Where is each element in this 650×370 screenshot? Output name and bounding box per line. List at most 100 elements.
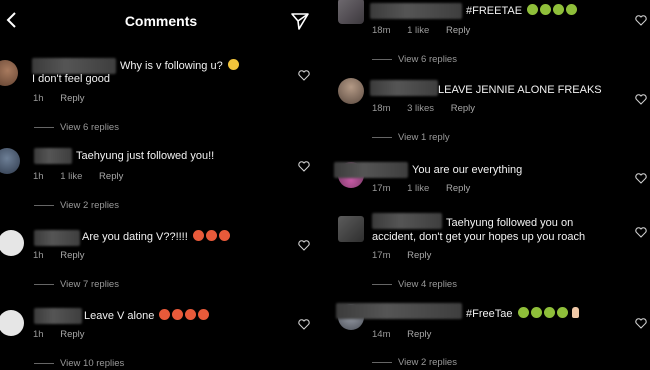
comment-meta: 1h Reply <box>33 93 99 104</box>
comment-time: 17m <box>372 183 391 194</box>
view-replies-button[interactable]: View 6 replies <box>372 54 457 65</box>
comment-text: Leave V alone <box>84 309 284 324</box>
comments-header: Comments <box>0 0 322 42</box>
heart-outline-icon[interactable] <box>298 70 310 81</box>
avatar[interactable] <box>0 230 24 256</box>
page-title: Comments <box>124 13 198 29</box>
blurred-username <box>370 80 438 96</box>
sick-face-emoji-icon <box>543 307 555 318</box>
avatar[interactable] <box>0 148 20 174</box>
comment-time: 18m <box>372 103 391 114</box>
blurred-username <box>34 308 82 324</box>
avatar[interactable] <box>0 310 24 336</box>
sick-face-emoji-icon <box>566 4 578 15</box>
comment-meta: 17m Reply <box>372 250 445 261</box>
paper-plane-icon[interactable] <box>290 11 310 31</box>
like-count[interactable]: 1 like <box>407 183 429 194</box>
reply-button[interactable]: Reply <box>407 329 431 340</box>
comment-item: Leave V alone 1h Reply View 10 replies <box>0 304 322 370</box>
heart-outline-icon[interactable] <box>635 227 647 238</box>
heart-outline-icon[interactable] <box>298 240 310 251</box>
comment-text-continued: I don't feel good <box>32 73 110 85</box>
comment-item: #FreeTae 14m Reply View 2 replies <box>328 300 650 370</box>
angry-face-emoji-icon <box>185 309 197 320</box>
comment-time: 14m <box>372 329 391 340</box>
comment-time: 1h <box>33 250 44 261</box>
reply-button[interactable]: Reply <box>407 250 431 261</box>
heart-outline-icon[interactable] <box>635 94 647 105</box>
avatar[interactable] <box>338 216 364 242</box>
comment-item: Taehyung just followed you!! 1h 1 like R… <box>0 144 322 220</box>
right-comments-panel: #FREETAE 18m 1 like Reply View 6 replies… <box>328 0 650 370</box>
left-comments-panel: Comments Why is v following u? I don't f… <box>0 0 322 370</box>
comment-item: Are you dating V??!!!! 1h Reply View 7 r… <box>0 224 322 300</box>
comment-item: Taehyung followed you on accident, don't… <box>328 210 650 296</box>
comment-time: 1h <box>33 93 44 104</box>
comment-text: #FreeTae <box>466 307 636 322</box>
divider-line <box>34 283 54 285</box>
sick-face-emoji-icon <box>517 307 529 318</box>
heart-outline-icon[interactable] <box>635 318 647 329</box>
angry-face-emoji-icon <box>218 230 230 241</box>
heart-outline-icon[interactable] <box>635 15 647 26</box>
divider-line <box>372 361 392 363</box>
comment-item: LEAVE JENNIE ALONE FREAKS 18m 3 likes Re… <box>328 76 650 156</box>
view-replies-button[interactable]: View 4 replies <box>372 279 457 290</box>
reply-button[interactable]: Reply <box>446 25 470 36</box>
comment-text: Taehyung just followed you!! <box>76 150 215 162</box>
view-replies-button[interactable]: View 1 reply <box>372 132 450 143</box>
blurred-username <box>372 213 442 229</box>
comment-meta: 1h 1 like Reply <box>33 171 137 182</box>
reply-button[interactable]: Reply <box>60 250 84 261</box>
comment-text: Taehyung followed you on <box>446 217 574 229</box>
reply-button[interactable]: Reply <box>60 329 84 340</box>
comment-text: Are you dating V??!!!! <box>82 230 282 245</box>
like-count[interactable]: 1 like <box>407 25 429 36</box>
reply-button[interactable]: Reply <box>60 93 84 104</box>
blurred-username <box>336 303 462 319</box>
comment-item: Why is v following u? I don't feel good … <box>0 54 322 140</box>
comment-meta: 14m Reply <box>372 329 445 340</box>
avatar[interactable] <box>0 60 18 86</box>
view-replies-button[interactable]: View 10 replies <box>34 358 124 369</box>
heart-outline-icon[interactable] <box>298 161 310 172</box>
avatar[interactable] <box>338 0 364 24</box>
reply-button[interactable]: Reply <box>99 171 123 182</box>
sick-face-emoji-icon <box>556 307 568 318</box>
blurred-username <box>370 3 462 19</box>
blurred-username <box>34 148 72 164</box>
view-replies-button[interactable]: View 7 replies <box>34 279 119 290</box>
comment-meta: 18m 1 like Reply <box>372 25 484 36</box>
middle-finger-emoji-icon <box>571 307 579 318</box>
blurred-username <box>34 230 80 246</box>
blurred-username <box>334 162 408 178</box>
comment-time: 18m <box>372 25 391 36</box>
divider-line <box>372 58 392 60</box>
view-replies-button[interactable]: View 6 replies <box>34 122 119 133</box>
divider-line <box>34 126 54 128</box>
comment-time: 1h <box>33 329 44 340</box>
heart-outline-icon[interactable] <box>635 173 647 184</box>
comment-meta: 1h Reply <box>33 250 99 261</box>
angry-face-emoji-icon <box>198 309 210 320</box>
view-replies-button[interactable]: View 2 replies <box>34 200 119 211</box>
like-count[interactable]: 3 likes <box>407 103 434 114</box>
like-count[interactable]: 1 like <box>60 171 82 182</box>
sick-face-emoji-icon <box>527 4 539 15</box>
avatar[interactable] <box>338 78 364 104</box>
angry-face-emoji-icon <box>205 230 217 241</box>
view-replies-button[interactable]: View 2 replies <box>372 357 457 368</box>
angry-face-emoji-icon <box>172 309 184 320</box>
comment-item: #FREETAE 18m 1 like Reply View 6 replies <box>328 0 650 70</box>
reply-button[interactable]: Reply <box>446 183 470 194</box>
comment-item: You are our everything 17m 1 like Reply <box>328 158 650 206</box>
heart-outline-icon[interactable] <box>298 319 310 330</box>
comment-time: 1h <box>33 171 44 182</box>
comment-meta: 17m 1 like Reply <box>372 183 484 194</box>
angry-face-emoji-icon <box>192 230 204 241</box>
reply-button[interactable]: Reply <box>451 103 475 114</box>
divider-line <box>34 204 54 206</box>
divider-line <box>372 283 392 285</box>
angry-face-emoji-icon <box>159 309 171 320</box>
comment-text-continued: accident, don't get your hopes up you ro… <box>372 231 586 243</box>
